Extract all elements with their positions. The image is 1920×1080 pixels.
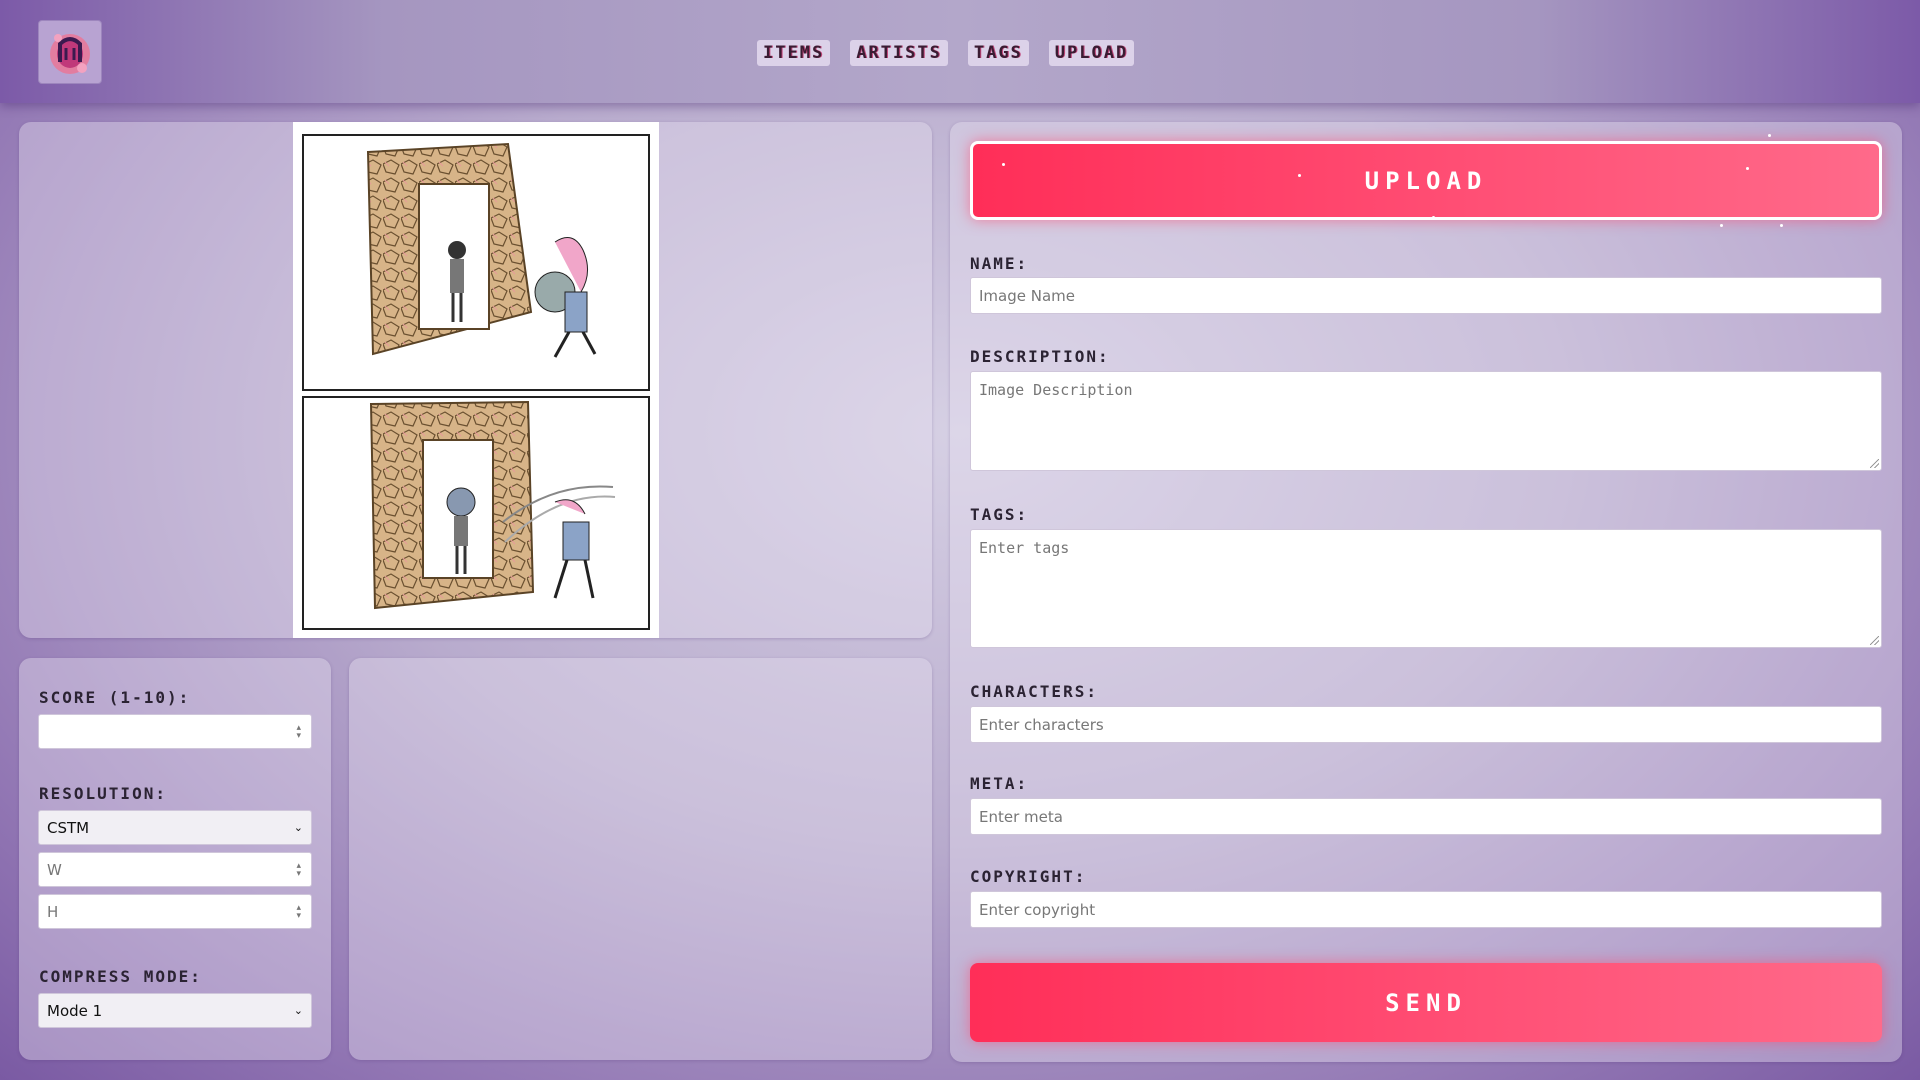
site-logo[interactable] bbox=[38, 20, 102, 84]
chevron-down-icon: ⌄ bbox=[293, 821, 303, 834]
compress-mode-value: Mode 1 bbox=[47, 1001, 103, 1020]
name-placeholder: Image Name bbox=[979, 286, 1075, 305]
width-placeholder: W bbox=[47, 860, 62, 879]
nav-upload[interactable]: UPLOAD bbox=[1048, 40, 1135, 66]
nav-items[interactable]: ITEMS bbox=[757, 40, 831, 66]
meta-input[interactable]: Enter meta bbox=[970, 798, 1882, 835]
resize-handle-icon[interactable] bbox=[1870, 636, 1879, 645]
sparkle bbox=[1768, 134, 1771, 137]
tags-textarea[interactable]: Enter tags bbox=[970, 529, 1882, 648]
spinner-icon[interactable]: ▴ ▾ bbox=[296, 723, 301, 740]
image-preview bbox=[293, 122, 659, 638]
image-preview-panel bbox=[19, 122, 932, 638]
compress-mode-label: COMPRESS MODE: bbox=[39, 967, 202, 986]
height-placeholder: H bbox=[47, 902, 59, 921]
description-textarea[interactable]: Image Description bbox=[970, 371, 1882, 471]
logo-icon bbox=[50, 34, 90, 74]
meta-label: META: bbox=[970, 774, 1029, 793]
main-nav: ITEMS ARTISTS TAGS UPLOAD bbox=[757, 40, 1135, 66]
nav-tags[interactable]: TAGS bbox=[967, 40, 1029, 66]
resolution-label: RESOLUTION: bbox=[39, 784, 167, 803]
spinner-icon[interactable]: ▴ ▾ bbox=[296, 903, 301, 920]
sparkle bbox=[1298, 174, 1301, 177]
copyright-label: COPYRIGHT: bbox=[970, 867, 1087, 886]
sparkle bbox=[1002, 163, 1005, 166]
meta-placeholder: Enter meta bbox=[979, 807, 1063, 826]
send-button[interactable]: SEND bbox=[970, 963, 1882, 1042]
width-input[interactable]: W ▴ ▾ bbox=[38, 852, 312, 887]
resolution-value: CSTM bbox=[47, 818, 90, 837]
characters-placeholder: Enter characters bbox=[979, 715, 1104, 734]
compress-mode-select[interactable]: Mode 1 ⌄ bbox=[38, 993, 312, 1028]
nav-artists[interactable]: ARTISTS bbox=[850, 40, 948, 66]
score-input[interactable]: ▴ ▾ bbox=[38, 714, 312, 749]
chevron-down-icon: ⌄ bbox=[293, 1004, 303, 1017]
spinner-icon[interactable]: ▴ ▾ bbox=[296, 861, 301, 878]
upload-button[interactable]: UPLOAD bbox=[970, 141, 1882, 220]
top-bar: ITEMS ARTISTS TAGS UPLOAD bbox=[0, 0, 1920, 103]
characters-input[interactable]: Enter characters bbox=[970, 706, 1882, 743]
resolution-select[interactable]: CSTM ⌄ bbox=[38, 810, 312, 845]
name-label: NAME: bbox=[970, 254, 1029, 273]
name-input[interactable]: Image Name bbox=[970, 277, 1882, 314]
description-placeholder: Image Description bbox=[979, 381, 1133, 399]
description-label: DESCRIPTION: bbox=[970, 347, 1110, 366]
comic-illustration bbox=[302, 134, 650, 630]
sparkle bbox=[1432, 216, 1435, 219]
sparkle bbox=[1780, 224, 1783, 227]
secondary-panel bbox=[349, 658, 932, 1060]
copyright-input[interactable]: Enter copyright bbox=[970, 891, 1882, 928]
tags-placeholder: Enter tags bbox=[979, 539, 1070, 557]
tags-label: TAGS: bbox=[970, 505, 1029, 524]
sparkle bbox=[1720, 224, 1723, 227]
score-label: SCORE (1-10): bbox=[39, 688, 191, 707]
characters-label: CHARACTERS: bbox=[970, 682, 1098, 701]
sparkle bbox=[1746, 167, 1749, 170]
height-input[interactable]: H ▴ ▾ bbox=[38, 894, 312, 929]
copyright-placeholder: Enter copyright bbox=[979, 900, 1096, 919]
resize-handle-icon[interactable] bbox=[1870, 459, 1879, 468]
